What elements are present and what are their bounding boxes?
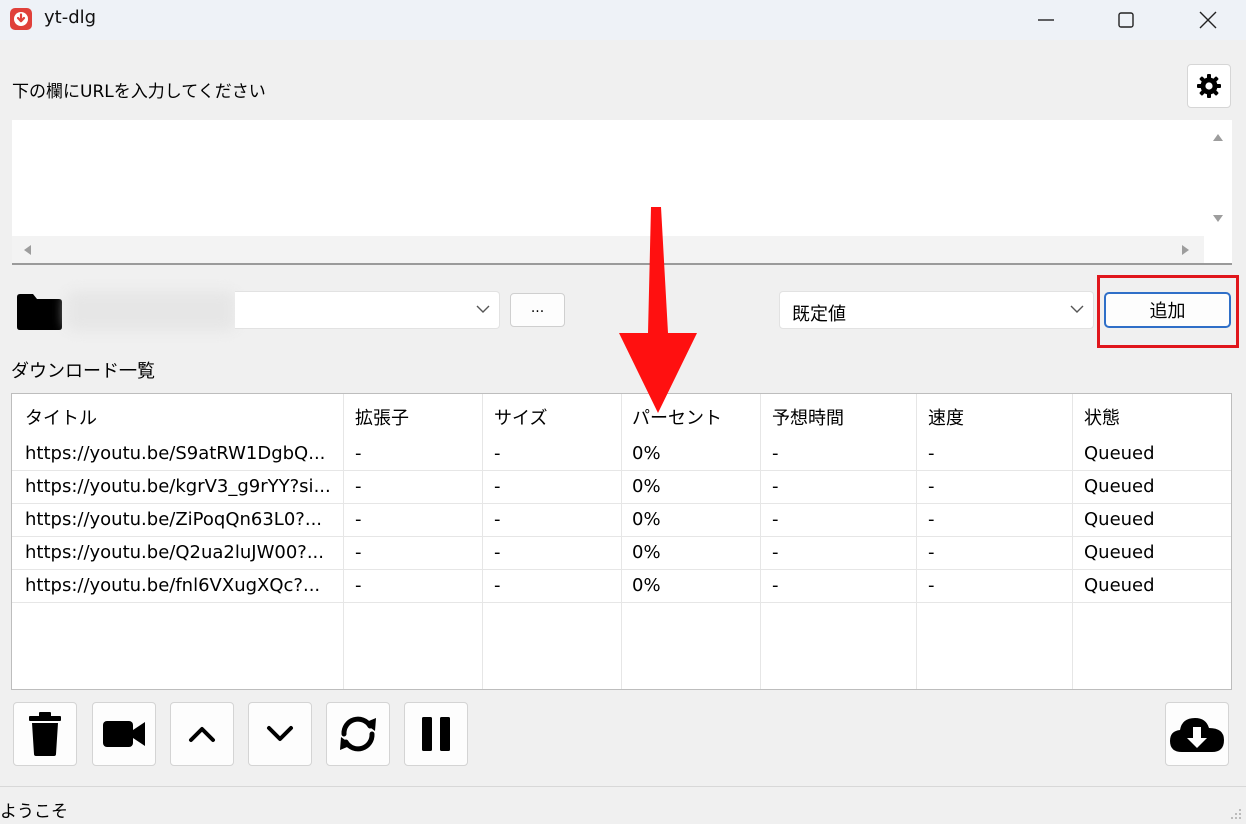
row-title: https://youtu.be/fnl6VXugXQc?...	[25, 575, 321, 596]
scroll-left-icon[interactable]	[22, 244, 32, 256]
settings-button[interactable]	[1187, 64, 1231, 108]
row-speed: -	[928, 575, 935, 596]
window-title: yt-dlg	[44, 7, 97, 28]
title-bar: yt-dlg	[0, 0, 1246, 40]
row-status: Queued	[1084, 509, 1155, 530]
row-title: https://youtu.be/Q2ua2luJW00?...	[25, 542, 324, 563]
row-extension: -	[355, 509, 362, 530]
scroll-down-icon[interactable]	[1212, 214, 1224, 224]
status-text: ようこそ	[0, 802, 68, 822]
row-percent: 0%	[632, 509, 661, 530]
row-extension: -	[355, 443, 362, 464]
chevron-down-icon	[476, 305, 490, 313]
status-bar: ようこそ	[0, 786, 1246, 824]
column-header-status[interactable]: 状態	[1084, 404, 1120, 430]
row-status: Queued	[1084, 542, 1155, 563]
chevron-down-icon	[267, 726, 293, 741]
row-percent: 0%	[632, 575, 661, 596]
row-eta: -	[772, 542, 779, 563]
column-header-eta[interactable]: 予想時間	[772, 404, 844, 430]
row-status: Queued	[1084, 575, 1155, 596]
start-download-button[interactable]	[1165, 702, 1229, 766]
move-up-button[interactable]	[170, 702, 234, 766]
delete-button[interactable]	[13, 702, 77, 766]
app-icon	[10, 8, 32, 30]
close-button[interactable]	[1179, 0, 1237, 40]
row-eta: -	[772, 509, 779, 530]
minimize-button[interactable]	[1017, 0, 1075, 40]
table-row[interactable]: https://youtu.be/kgrV3_g9rYY?si... - - 0…	[12, 471, 1231, 504]
row-speed: -	[928, 443, 935, 464]
cloud-download-icon	[1170, 718, 1224, 752]
reload-icon	[340, 716, 376, 752]
format-value: 既定値	[792, 304, 846, 325]
row-speed: -	[928, 476, 935, 497]
row-extension: -	[355, 575, 362, 596]
download-list-label: ダウンロード一覧	[11, 361, 155, 382]
trash-icon	[29, 712, 61, 756]
table-row[interactable]: https://youtu.be/S9atRW1DgbQ... - - 0% -…	[12, 438, 1231, 471]
url-input[interactable]	[12, 120, 1202, 236]
browse-button[interactable]: ...	[510, 293, 565, 327]
row-title: https://youtu.be/ZiPoqQn63L0?...	[25, 509, 323, 530]
column-header-extension[interactable]: 拡張子	[355, 404, 409, 430]
row-speed: -	[928, 542, 935, 563]
add-button[interactable]: 追加	[1104, 292, 1231, 328]
row-percent: 0%	[632, 542, 661, 563]
chevron-up-icon	[189, 727, 215, 742]
pause-button[interactable]	[404, 702, 468, 766]
download-list[interactable]: タイトル 拡張子 サイズ パーセント 予想時間 速度 状態 https://yo…	[11, 393, 1232, 690]
row-size: -	[494, 476, 501, 497]
row-title: https://youtu.be/S9atRW1DgbQ...	[25, 443, 326, 464]
gear-icon	[1197, 74, 1221, 98]
video-icon	[103, 721, 145, 747]
vertical-scrollbar[interactable]	[1204, 120, 1232, 236]
maximize-button[interactable]	[1097, 0, 1155, 40]
url-label: 下の欄にURLを入力してください	[12, 82, 266, 102]
row-extension: -	[355, 542, 362, 563]
scroll-right-icon[interactable]	[1181, 244, 1191, 256]
minimize-icon	[1038, 19, 1054, 21]
column-header-size[interactable]: サイズ	[494, 404, 547, 430]
horizontal-scrollbar[interactable]	[12, 236, 1204, 263]
close-icon	[1199, 11, 1217, 29]
column-header-speed[interactable]: 速度	[928, 404, 964, 430]
row-percent: 0%	[632, 476, 661, 497]
row-status: Queued	[1084, 443, 1155, 464]
row-eta: -	[772, 476, 779, 497]
scroll-up-icon[interactable]	[1212, 132, 1224, 142]
row-eta: -	[772, 575, 779, 596]
row-title: https://youtu.be/kgrV3_g9rYY?si...	[25, 476, 331, 497]
format-dropdown[interactable]: 既定値	[779, 291, 1094, 329]
pause-icon	[422, 717, 450, 751]
row-extension: -	[355, 476, 362, 497]
row-size: -	[494, 542, 501, 563]
row-percent: 0%	[632, 443, 661, 464]
row-size: -	[494, 509, 501, 530]
chevron-down-icon	[1070, 305, 1084, 313]
play-video-button[interactable]	[92, 702, 156, 766]
table-row[interactable]: https://youtu.be/ZiPoqQn63L0?... - - 0% …	[12, 504, 1231, 537]
row-eta: -	[772, 443, 779, 464]
row-speed: -	[928, 509, 935, 530]
row-size: -	[494, 443, 501, 464]
table-row[interactable]: https://youtu.be/Q2ua2luJW00?... - - 0% …	[12, 537, 1231, 570]
reload-button[interactable]	[326, 702, 390, 766]
row-size: -	[494, 575, 501, 596]
table-row[interactable]: https://youtu.be/fnl6VXugXQc?... - - 0% …	[12, 570, 1231, 603]
resize-grip-icon[interactable]	[1230, 808, 1242, 820]
move-down-button[interactable]	[248, 702, 312, 766]
folder-icon[interactable]	[15, 293, 63, 331]
download-path-dropdown[interactable]	[235, 291, 500, 329]
row-status: Queued	[1084, 476, 1155, 497]
maximize-icon	[1118, 12, 1134, 28]
column-header-title[interactable]: タイトル	[25, 404, 97, 430]
path-blurred-text	[66, 291, 236, 331]
annotation-arrow	[619, 207, 697, 413]
